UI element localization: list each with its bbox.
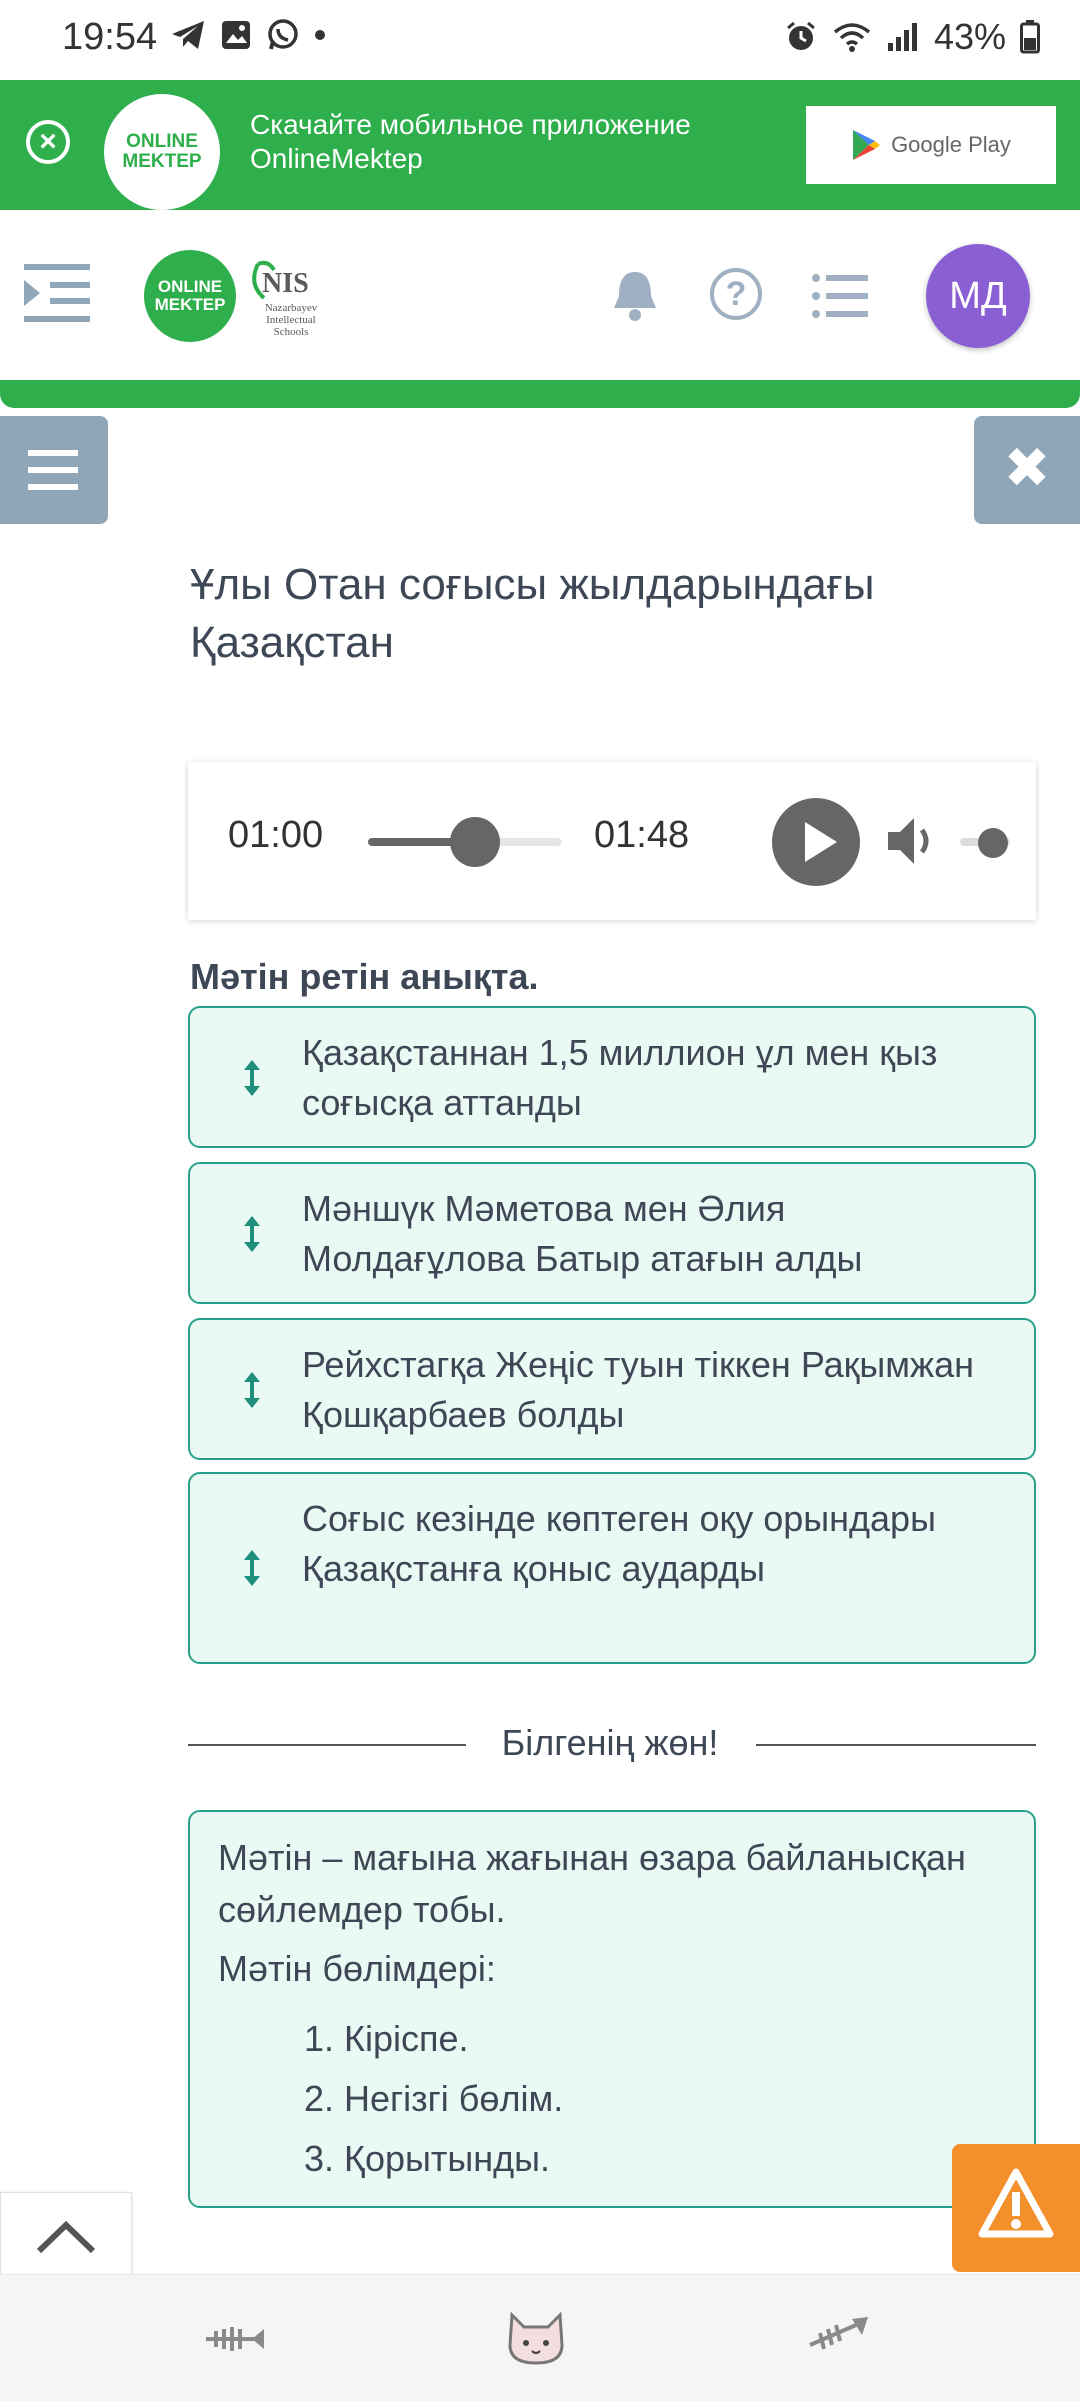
volume-icon[interactable] [884, 812, 944, 870]
status-bar: 19:54 43% [0, 0, 1080, 80]
fishbone-icon[interactable] [202, 2309, 266, 2365]
header-logo-line1: ONLINE [157, 277, 223, 296]
text-parts-title: Мәтін бөлімдері: [218, 1948, 496, 1989]
wifi-icon [833, 23, 871, 52]
close-lesson-button[interactable]: ✖ [974, 416, 1080, 524]
task-instruction: Мәтін ретін анықта. [190, 956, 539, 997]
audio-seek-handle[interactable] [449, 817, 500, 867]
whatsapp-icon [268, 19, 298, 50]
gallery-icon [222, 21, 250, 49]
signal-icon [887, 23, 917, 51]
avatar[interactable]: МД [926, 244, 1030, 348]
help-icon[interactable]: ? [710, 268, 762, 320]
drag-handle-icon[interactable] [242, 1370, 262, 1410]
google-play-button[interactable]: Google Play [806, 106, 1056, 184]
alarm-icon [786, 21, 815, 50]
lesson-title: Ұлы Отан соғысы жылдарындағы Қазақстан [190, 560, 875, 667]
notification-icons [170, 18, 326, 52]
sortable-item-1[interactable]: Қазақстаннан 1,5 миллион ұл мен қыз соғы… [188, 1006, 1036, 1148]
volume-handle[interactable] [978, 828, 1008, 858]
warning-icon [978, 2168, 1054, 2238]
divider-right [756, 1744, 1036, 1746]
sortable-item-text: Рейхстагқа Жеңіс туын тіккен Рақымжан Қо… [302, 1344, 975, 1435]
list-icon[interactable] [812, 274, 868, 318]
nis-subtitle: Nazarbayev Intellectual Schools [264, 302, 318, 338]
header-logo-line2: MEKTEP [154, 295, 226, 314]
sortable-item-4[interactable]: Соғыс кезінде көптеген оқу орындары Қаза… [188, 1472, 1036, 1664]
audio-current-time: 01:00 [228, 814, 324, 856]
knowledge-heading: Білгенің жөн! [501, 1722, 719, 1763]
close-icon: ✖ [1003, 436, 1051, 499]
dot-icon [315, 30, 325, 40]
promo-text-line1: Скачайте мобильное приложение [250, 109, 691, 140]
onlinemektep-logo[interactable]: ONLINE MEKTEP [144, 250, 236, 342]
sortable-item-text: Қазақстаннан 1,5 миллион ұл мен қыз соғы… [302, 1032, 938, 1123]
list-item: 3. Қорытынды. [304, 2138, 551, 2179]
sortable-item-2[interactable]: Мәншүк Мәметова мен Әлия Молдағұлова Бат… [188, 1162, 1036, 1304]
play-button[interactable] [772, 798, 860, 886]
battery-percent: 43% [933, 16, 1006, 57]
app-promo-banner: × ONLINE MEKTEP Скачайте мобильное прило… [0, 80, 1080, 210]
list-item: 2. Негізгі бөлім. [304, 2078, 564, 2119]
app-header: ONLINE MEKTEP NIS Nazarbayev Intellectua… [0, 210, 1080, 380]
drag-handle-icon[interactable] [242, 1214, 262, 1254]
logo-text-line1: ONLINE [126, 131, 198, 152]
battery-icon [1020, 20, 1040, 54]
onlinemektep-logo: ONLINE MEKTEP [104, 94, 220, 210]
drag-handle-icon[interactable] [242, 1548, 262, 1588]
audio-total-time: 01:48 [594, 814, 690, 856]
nis-label: NIS [262, 268, 309, 299]
header-divider [0, 380, 1080, 408]
text-definition: Мәтін – мағына жағынан өзара байланысқан… [218, 1837, 966, 1930]
sortable-item-3[interactable]: Рейхстагқа Жеңіс туын тіккен Рақымжан Қо… [188, 1318, 1036, 1460]
report-problem-button[interactable] [952, 2144, 1080, 2272]
fishbone-icon[interactable] [806, 2309, 870, 2365]
cat-icon[interactable] [504, 2309, 568, 2365]
status-time: 19:54 [62, 16, 158, 58]
hamburger-icon [28, 450, 78, 490]
chevron-up-icon [36, 2220, 96, 2254]
audio-player: 01:00 01:48 [188, 762, 1036, 920]
system-icons: 43% [784, 16, 1040, 58]
menu-indent-icon[interactable] [24, 262, 90, 324]
scroll-to-top-button[interactable] [0, 2192, 132, 2284]
sortable-item-text: Мәншүк Мәметова мен Әлия Молдағұлова Бат… [302, 1188, 863, 1279]
close-icon[interactable]: × [26, 120, 70, 164]
logo-text-line2: MEKTEP [122, 151, 202, 172]
telegram-icon [172, 21, 204, 49]
divider-left [188, 1744, 466, 1746]
google-play-icon [853, 130, 881, 160]
google-play-label: Google Play [891, 132, 1011, 157]
bell-icon[interactable] [610, 268, 660, 324]
promo-text: Скачайте мобильное приложение OnlineMekt… [250, 108, 770, 176]
promo-text-line2: OnlineMektep [250, 143, 423, 174]
drag-handle-icon[interactable] [242, 1058, 262, 1098]
list-item: 1. Кіріспе. [304, 2018, 469, 2059]
lesson-menu-button[interactable] [0, 416, 108, 524]
sortable-item-text: Соғыс кезінде көптеген оқу орындары Қаза… [302, 1498, 936, 1589]
bottom-navigation [0, 2274, 1080, 2401]
audio-seek-bar[interactable] [368, 817, 562, 867]
knowledge-box: Мәтін – мағына жағынан өзара байланысқан… [188, 1810, 1036, 2208]
